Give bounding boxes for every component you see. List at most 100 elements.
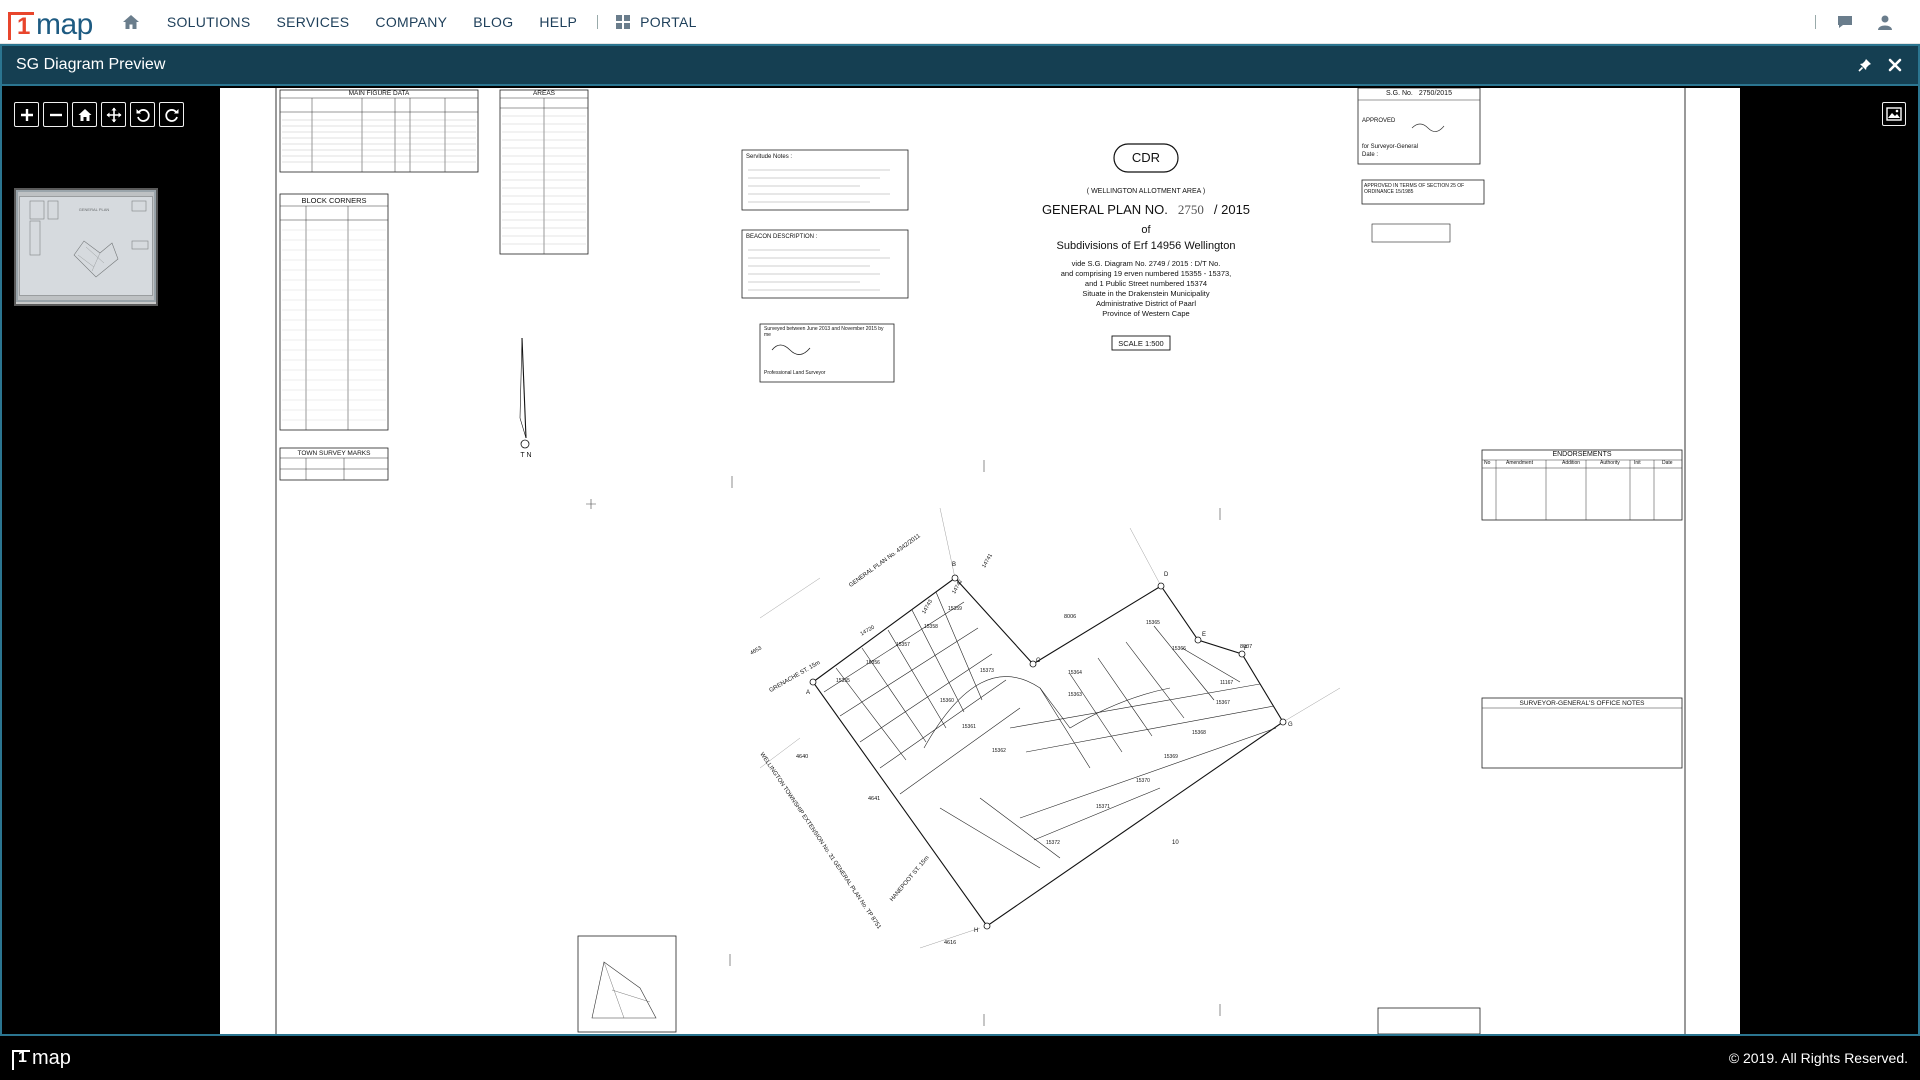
home-icon[interactable] bbox=[119, 10, 143, 34]
modal-actions bbox=[1856, 56, 1904, 74]
zoom-in-icon[interactable] bbox=[14, 102, 39, 127]
erf-label: 15362 bbox=[992, 748, 1006, 754]
endorsement-col-authority: Authority bbox=[1600, 460, 1620, 466]
nav-help[interactable]: HELP bbox=[539, 14, 577, 30]
surveyed-statement: Surveyed between June 2013 and November … bbox=[764, 326, 884, 338]
nav-right-actions bbox=[1815, 11, 1896, 33]
sg-number-value: 2750/2015 bbox=[1418, 90, 1452, 97]
page-footer: 1 map © 2019. All Rights Reserved. bbox=[0, 1036, 1920, 1080]
erf-label: 15368 bbox=[1192, 730, 1206, 736]
zoom-out-icon[interactable] bbox=[43, 102, 68, 127]
modal-title: SG Diagram Preview bbox=[16, 56, 166, 73]
nav-company[interactable]: COMPANY bbox=[375, 14, 447, 30]
close-icon[interactable] bbox=[1886, 56, 1904, 74]
logo-mark: 1 bbox=[8, 11, 34, 40]
erf-label: 15371 bbox=[1096, 804, 1110, 810]
nav-divider bbox=[597, 14, 599, 29]
corner-label: G bbox=[1288, 722, 1293, 728]
rotate-right-icon[interactable] bbox=[159, 102, 184, 127]
corner-label: B bbox=[952, 562, 957, 568]
approved-label: APPROVED bbox=[1362, 118, 1396, 124]
top-navbar: 1 map SOLUTIONS SERVICES COMPANY BLOG HE… bbox=[0, 0, 1920, 44]
erf-label: 15357 bbox=[896, 642, 910, 648]
endorsement-columns: No Amendment Addition Authority Init Dat… bbox=[1482, 460, 1682, 468]
general-plan-number: 2750 bbox=[1177, 202, 1204, 217]
user-icon[interactable] bbox=[1874, 11, 1896, 33]
erf-label: 10 bbox=[1172, 840, 1179, 846]
endorsement-col-no: No bbox=[1484, 460, 1491, 466]
corner-label: C bbox=[1036, 658, 1041, 664]
endorsement-col-addition: Addition bbox=[1562, 460, 1581, 466]
survey-drawing bbox=[275, 88, 1686, 1034]
erf-label: 11167 bbox=[1220, 680, 1234, 686]
corner-label: F bbox=[1244, 646, 1248, 652]
allotment-area: ( WELLINGTON ALLOTMENT AREA ) bbox=[1086, 188, 1206, 195]
nav-blog[interactable]: BLOG bbox=[473, 14, 513, 30]
general-plan-year: / 2015 bbox=[1213, 202, 1251, 217]
general-plan-label: GENERAL PLAN NO. bbox=[1041, 202, 1168, 217]
sg-number-label: S.G. No. bbox=[1386, 90, 1413, 97]
approved-date-label: Date : bbox=[1362, 152, 1379, 158]
image-icon[interactable] bbox=[1882, 102, 1906, 126]
corner-label: D bbox=[1164, 572, 1169, 578]
sg-office-notes-heading: SURVEYOR-GENERAL'S OFFICE NOTES bbox=[1519, 700, 1645, 707]
footer-logo[interactable]: 1 map bbox=[12, 1047, 71, 1070]
plan-province: Province of Western Cape bbox=[1102, 309, 1190, 318]
erf-label: 15369 bbox=[1164, 754, 1178, 760]
erf-label: 15356 bbox=[866, 660, 880, 666]
nav-divider-right bbox=[1815, 14, 1816, 29]
nav-portal[interactable]: PORTAL bbox=[616, 14, 697, 30]
navigator-viewport[interactable] bbox=[16, 190, 156, 302]
plan-of: of bbox=[1141, 224, 1151, 236]
footer-logo-text: map bbox=[32, 1046, 71, 1069]
for-surveyor-general: for Surveyor-General bbox=[1362, 144, 1419, 150]
nav-solutions[interactable]: SOLUTIONS bbox=[167, 14, 251, 30]
erf-label: 15359 bbox=[948, 606, 962, 612]
plan-situate: Situate in the Drakenstein Municipality bbox=[1082, 289, 1210, 298]
erf-label: 15367 bbox=[1216, 700, 1230, 706]
erf-label: 15373 bbox=[980, 668, 994, 674]
image-viewer[interactable]: GENERAL PLAN CDR (WELLINGTON ALLOTMENT … bbox=[2, 88, 1918, 1034]
general-plan-heading: GENERAL PLAN NO. 2750 / 2015 bbox=[1020, 202, 1272, 218]
footer-logo-one: 1 bbox=[18, 1048, 27, 1066]
erf-label: 15364 bbox=[1068, 670, 1082, 676]
rotate-left-icon[interactable] bbox=[130, 102, 155, 127]
grid-icon bbox=[616, 14, 631, 29]
nav-services[interactable]: SERVICES bbox=[276, 14, 349, 30]
logo-text: map bbox=[36, 7, 93, 41]
home-icon[interactable] bbox=[72, 102, 97, 127]
plan-vide: vide S.G. Diagram No. 2749 / 2015 : D/T … bbox=[1071, 259, 1221, 268]
erf-label: 15370 bbox=[1136, 778, 1150, 784]
erf-label: 4641 bbox=[868, 796, 881, 802]
erf-label: 4640 bbox=[796, 754, 809, 760]
chat-icon[interactable] bbox=[1834, 11, 1856, 33]
corner-label: E bbox=[1202, 632, 1207, 638]
plan-district: Administrative District of Paarl bbox=[1095, 299, 1197, 308]
plan-subdivisions: Subdivisions of Erf 14956 Wellington bbox=[1056, 240, 1236, 252]
erf-label: 15366 bbox=[1172, 646, 1186, 652]
endorsements-heading: ENDORSEMENTS bbox=[1552, 451, 1612, 458]
nav-portal-label: PORTAL bbox=[640, 13, 697, 30]
sg-diagram-sheet: CDR ( WELLINGTON ALLOTMENT AREA ) GENERA… bbox=[220, 88, 1740, 1034]
brand-logo[interactable]: 1 map bbox=[8, 4, 93, 40]
modal-header: SG Diagram Preview bbox=[2, 46, 1918, 86]
main-figure-heading: MAIN FIGURE DATA bbox=[348, 90, 410, 97]
sg-number: S.G. No. 2750/2015 bbox=[1358, 90, 1480, 97]
fullpage-icon[interactable] bbox=[101, 102, 126, 127]
pin-icon[interactable] bbox=[1856, 56, 1874, 74]
block-corners-heading: BLOCK CORNERS bbox=[301, 196, 367, 205]
areas-heading: AREAS bbox=[532, 90, 556, 97]
viewer-toolbar bbox=[14, 102, 184, 127]
endorsement-col-date: Date bbox=[1662, 460, 1673, 466]
erf-label: 4616 bbox=[944, 940, 957, 946]
professional-surveyor: Professional Land Surveyor bbox=[764, 370, 826, 376]
erf-label: 15365 bbox=[1146, 620, 1160, 626]
corner-label: H bbox=[974, 928, 979, 934]
corner-label: A bbox=[806, 690, 811, 696]
cdr-stamp: CDR bbox=[1131, 150, 1161, 165]
endorsement-col-init: Init bbox=[1634, 460, 1641, 466]
erf-label: 8006 bbox=[1064, 614, 1077, 620]
viewer-navigator-thumbnail[interactable]: GENERAL PLAN bbox=[14, 188, 158, 306]
erf-label: 15355 bbox=[836, 678, 850, 684]
sg-diagram-modal: SG Diagram Preview GENERAL PLAN CDR (WE… bbox=[0, 44, 1920, 1036]
